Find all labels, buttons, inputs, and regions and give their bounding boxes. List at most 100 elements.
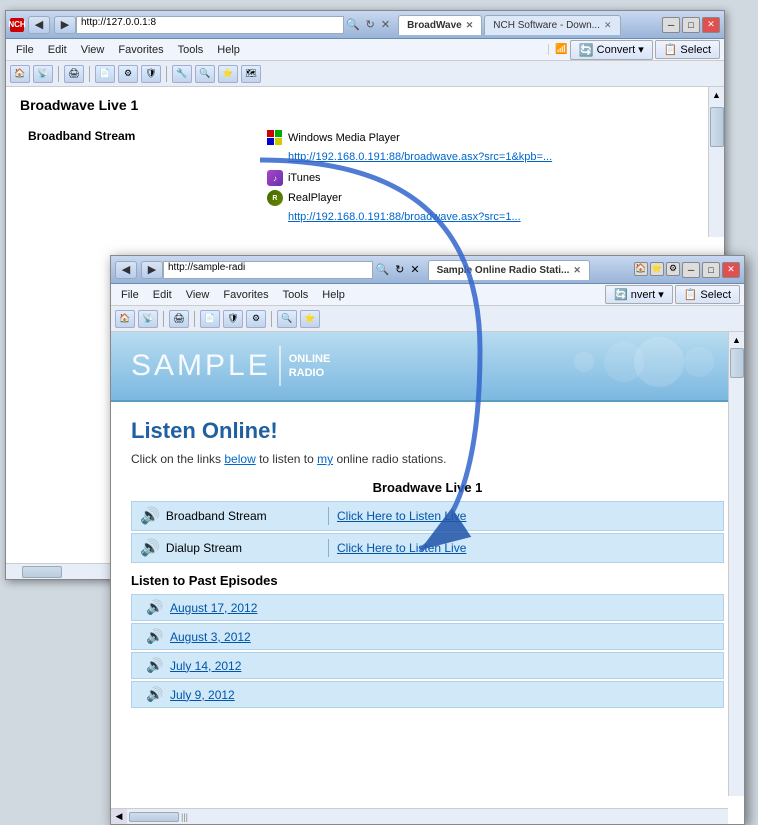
front-print-button[interactable]: 🖨 [169,310,189,328]
search-toolbar-button[interactable]: 🔍 [195,65,215,83]
hscroll-thumb[interactable] [22,566,62,578]
tab-nch-close[interactable]: ✕ [604,20,612,31]
episode-link-3[interactable]: July 9, 2012 [170,688,235,702]
wmp-url-cell: http://192.168.0.191:88/broadwave.asx?sr… [266,149,702,163]
compat-button[interactable]: 🔧 [172,65,192,83]
front-fav-btn[interactable]: ⭐ [300,310,320,328]
print-button[interactable]: 🖨 [64,65,84,83]
back-titlebar: NCH ◀ ▶ http://127.0.0.1:8 🔍 ↻ ✕ BroadWa… [6,11,724,39]
stream-divider-1 [328,507,329,525]
episode-link-1[interactable]: August 3, 2012 [170,630,251,644]
front-hscroll-left[interactable]: ◀ [111,809,127,824]
episode-link-2[interactable]: July 14, 2012 [170,659,241,673]
search-icon[interactable]: 🔍 [344,18,362,31]
front-home-icon[interactable]: 🏠 [634,262,648,276]
dialup-listen-link[interactable]: Click Here to Listen Live [337,541,466,555]
menu-edit[interactable]: Edit [42,42,73,58]
tab-nch[interactable]: NCH Software - Down... ✕ [484,15,620,35]
front-addr-icons: 🔍 ↻ ✕ [373,263,421,276]
radio-body: Listen Online! Click on the links below … [111,402,744,726]
front-scroll-up[interactable]: ▲ [729,332,744,348]
stop-icon[interactable]: ✕ [379,18,392,31]
front-scrollbar[interactable]: ▲ [728,332,744,796]
convert-button[interactable]: 🔄 Convert ▾ [570,40,653,60]
table-row: Broadband Stream [20,125,710,227]
front-safety-btn[interactable]: 🛡 [223,310,243,328]
front-menu-tools[interactable]: Tools [277,287,315,303]
front-rss-button[interactable]: 📡 [138,310,158,328]
front-nav-forward[interactable]: ▶ [141,261,163,279]
front-menu-view[interactable]: View [180,287,216,303]
home-button[interactable]: 🏠 [10,65,30,83]
back-addr-icons: 🔍 ↻ ✕ [344,18,392,31]
map-button[interactable]: 🗺 [241,65,261,83]
menu-tools[interactable]: Tools [172,42,210,58]
front-convert-button[interactable]: 🔄 nvert ▾ [605,285,673,304]
past-episodes-title: Listen to Past Episodes [131,573,724,588]
front-home-button[interactable]: 🏠 [115,310,135,328]
front-search-btn[interactable]: 🔍 [277,310,297,328]
episode-row-2: 🔊 July 14, 2012 [131,652,724,679]
back-maximize-button[interactable]: □ [682,17,700,33]
wmp-label: Windows Media Player [288,132,400,144]
tab-broadwave[interactable]: BroadWave ✕ [398,15,482,35]
back-window-controls: ─ □ ✕ [662,17,720,33]
toolbar-sep-3 [166,66,167,82]
front-tabs: Sample Online Radio Stati... ✕ [428,260,628,280]
tools-button[interactable]: ⚙ [118,65,138,83]
broadband-listen-link[interactable]: Click Here to Listen Live [337,509,466,523]
front-menu-help[interactable]: Help [316,287,351,303]
back-minimize-button[interactable]: ─ [662,17,680,33]
my-link[interactable]: my [317,452,333,466]
station-name: Broadwave Live 1 [131,480,724,495]
front-menu-file[interactable]: File [115,287,145,303]
front-hscrollbar[interactable]: ◀ ||| [111,808,728,824]
front-stop-icon[interactable]: ✕ [408,263,421,276]
front-convert-icon: 🔄 [614,288,628,301]
rss-button[interactable]: 📡 [33,65,53,83]
front-select-button[interactable]: 📋 Select [675,285,740,304]
realplayer-url[interactable]: http://192.168.0.191:88/broadwave.asx?sr… [288,211,521,223]
front-page-btn[interactable]: 📄 [200,310,220,328]
page-button[interactable]: 📄 [95,65,115,83]
front-hscroll-thumb[interactable] [129,812,179,822]
refresh-icon[interactable]: ↻ [364,18,377,31]
stream-label: Broadband Stream [20,125,258,227]
menu-favorites[interactable]: Favorites [112,42,169,58]
front-scroll-thumb[interactable] [730,348,744,378]
front-gear-icon[interactable]: ⚙ [666,262,680,276]
front-nav-back[interactable]: ◀ [115,261,137,279]
front-address-input[interactable]: http://sample-radi [163,261,373,279]
scroll-up-button[interactable]: ▲ [709,87,724,103]
back-address-input[interactable]: http://127.0.0.1:8 [76,16,344,34]
back-scrollbar[interactable]: ▲ [708,87,724,237]
menu-file[interactable]: File [10,42,40,58]
tab-broadwave-label: BroadWave [407,20,462,31]
front-menu-favorites[interactable]: Favorites [217,287,274,303]
front-menu-edit[interactable]: Edit [147,287,178,303]
menu-help[interactable]: Help [211,42,246,58]
back-close-button[interactable]: ✕ [702,17,720,33]
tab-radio-close[interactable]: ✕ [573,265,581,276]
menu-view[interactable]: View [75,42,111,58]
front-tools-btn[interactable]: ⚙ [246,310,266,328]
front-toolbar-sep-3 [271,311,272,327]
front-refresh-icon[interactable]: ↻ [393,263,406,276]
tab-broadwave-close[interactable]: ✕ [466,20,474,31]
safety-button[interactable]: 🛡 [141,65,161,83]
front-minimize-button[interactable]: ─ [682,262,700,278]
front-star-icon[interactable]: ⭐ [650,262,664,276]
below-link[interactable]: below [224,452,255,466]
back-nav-forward[interactable]: ▶ [54,16,76,34]
episode-link-0[interactable]: August 17, 2012 [170,601,257,615]
tab-radio[interactable]: Sample Online Radio Stati... ✕ [428,260,590,280]
front-search-icon[interactable]: 🔍 [373,263,391,276]
wmp-url[interactable]: http://192.168.0.191:88/broadwave.asx?sr… [288,151,552,163]
front-maximize-button[interactable]: □ [702,262,720,278]
scroll-thumb[interactable] [710,107,724,147]
listen-title: Listen Online! [131,418,724,444]
front-close-button[interactable]: ✕ [722,262,740,278]
star-button[interactable]: ⭐ [218,65,238,83]
back-nav-back[interactable]: ◀ [28,16,50,34]
select-button[interactable]: 📋 Select [655,40,720,59]
